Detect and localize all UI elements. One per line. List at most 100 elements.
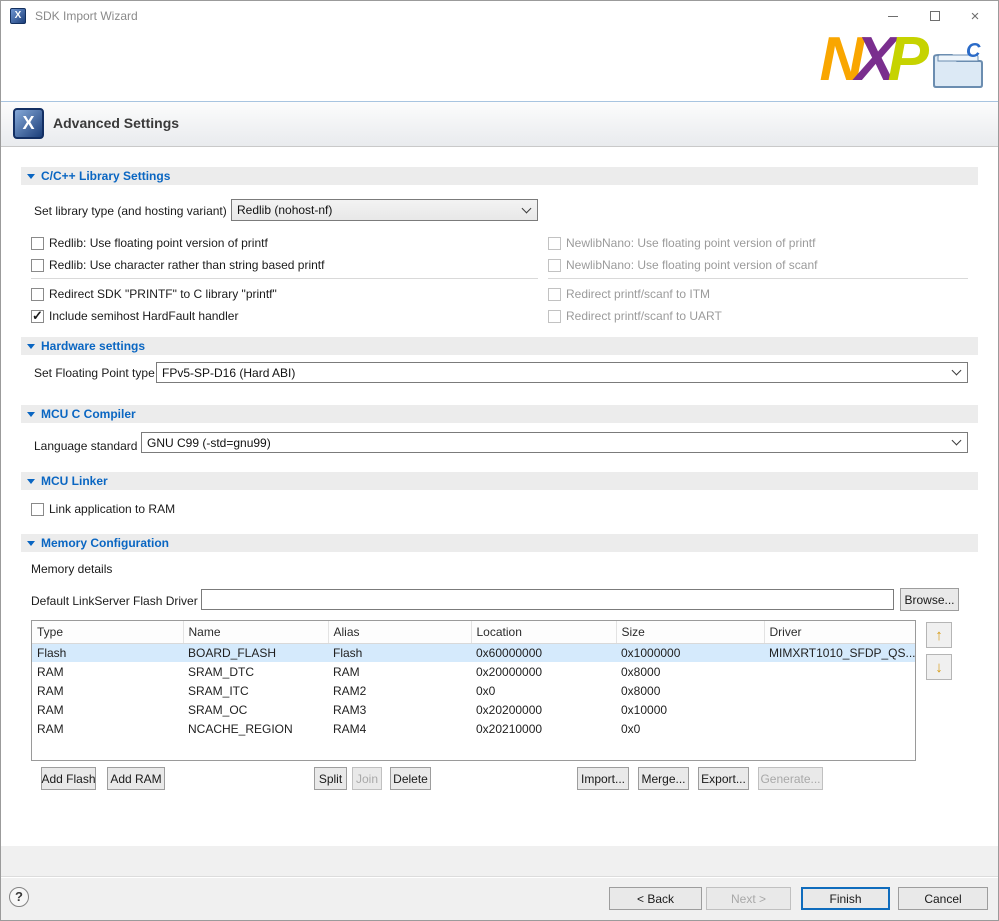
- table-row-sram-oc[interactable]: RAM SRAM_OC RAM3 0x20200000 0x10000: [32, 700, 916, 719]
- back-button[interactable]: < Back: [609, 887, 702, 910]
- generate-button: Generate...: [758, 767, 823, 790]
- collapse-triangle-icon: [27, 344, 35, 349]
- cell: SRAM_OC: [183, 700, 328, 719]
- cell: 0x20000000: [471, 662, 616, 681]
- close-button[interactable]: ×: [958, 1, 992, 31]
- column-header-alias[interactable]: Alias: [328, 621, 471, 643]
- split-button[interactable]: Split: [314, 767, 347, 790]
- chevron-down-icon: [522, 203, 532, 213]
- column-header-driver[interactable]: Driver: [764, 621, 916, 643]
- section-linker-title: MCU Linker: [41, 474, 108, 488]
- checkbox-redirect-itm: Redirect printf/scanf to ITM: [548, 286, 710, 302]
- export-button[interactable]: Export...: [698, 767, 749, 790]
- cell: 0x60000000: [471, 643, 616, 662]
- delete-button[interactable]: Delete: [390, 767, 431, 790]
- section-memory-title: Memory Configuration: [41, 536, 169, 550]
- memory-details-label: Memory details: [31, 561, 112, 577]
- add-ram-button[interactable]: Add RAM: [107, 767, 165, 790]
- table-row-ncache-region[interactable]: RAM NCACHE_REGION RAM4 0x20210000 0x0: [32, 719, 916, 738]
- cell: MIMXRT1010_SFDP_QS...: [764, 643, 916, 662]
- column-header-type[interactable]: Type: [32, 621, 183, 643]
- library-type-label: Set library type (and hosting variant): [34, 203, 227, 219]
- library-type-value: Redlib (nohost-nf): [237, 203, 332, 217]
- cell: RAM3: [328, 700, 471, 719]
- next-button: Next >: [706, 887, 791, 910]
- checkbox-label: Include semihost HardFault handler: [49, 309, 238, 323]
- checkbox-box: [31, 503, 44, 516]
- checkbox-newlibnano-float-printf: NewlibNano: Use floating point version o…: [548, 235, 815, 251]
- column-header-size[interactable]: Size: [616, 621, 764, 643]
- column-header-location[interactable]: Location: [471, 621, 616, 643]
- collapse-triangle-icon: [27, 541, 35, 546]
- nxp-letter-x: X: [855, 25, 887, 94]
- checkbox-redlib-float-printf[interactable]: Redlib: Use floating point version of pr…: [31, 235, 268, 251]
- cell: [764, 681, 916, 700]
- cell: 0x1000000: [616, 643, 764, 662]
- table-header-row: Type Name Alias Location Size Driver: [32, 621, 916, 643]
- language-standard-select[interactable]: GNU C99 (-std=gnu99): [141, 432, 968, 453]
- window-title: SDK Import Wizard: [35, 1, 138, 31]
- move-down-button[interactable]: ↓: [926, 654, 952, 680]
- library-type-select[interactable]: Redlib (nohost-nf): [231, 199, 538, 221]
- checkbox-label: Redlib: Use floating point version of pr…: [49, 236, 268, 250]
- cell: RAM2: [328, 681, 471, 700]
- folder-c-letter: C: [966, 40, 981, 62]
- floating-point-select[interactable]: FPv5-SP-D16 (Hard ABI): [156, 362, 968, 383]
- table-row-sram-itc[interactable]: RAM SRAM_ITC RAM2 0x0 0x8000: [32, 681, 916, 700]
- nxp-letter-p: P: [888, 25, 920, 94]
- section-library-settings[interactable]: C/C++ Library Settings: [21, 167, 978, 185]
- help-button[interactable]: ?: [9, 887, 29, 907]
- checkbox-box: [31, 259, 44, 272]
- cell: SRAM_ITC: [183, 681, 328, 700]
- sdk-import-wizard-window: X SDK Import Wizard × NXP C X Advanced S…: [0, 0, 999, 921]
- checkbox-label: NewlibNano: Use floating point version o…: [566, 258, 817, 272]
- cell: BOARD_FLASH: [183, 643, 328, 662]
- table-row-sram-dtc[interactable]: RAM SRAM_DTC RAM 0x20000000 0x8000: [32, 662, 916, 681]
- cell: RAM: [32, 681, 183, 700]
- nxp-letter-n: N: [820, 25, 856, 94]
- cell: RAM4: [328, 719, 471, 738]
- language-standard-value: GNU C99 (-std=gnu99): [147, 436, 271, 450]
- browse-button[interactable]: Browse...: [900, 588, 959, 611]
- chevron-down-icon: [952, 436, 962, 446]
- import-button[interactable]: Import...: [577, 767, 629, 790]
- merge-button[interactable]: Merge...: [638, 767, 689, 790]
- checkbox-redirect-printf[interactable]: Redirect SDK "PRINTF" to C library "prin…: [31, 286, 277, 302]
- column-header-name[interactable]: Name: [183, 621, 328, 643]
- cell: 0x20210000: [471, 719, 616, 738]
- nxp-logo: NXP: [820, 25, 921, 95]
- checkbox-box: [548, 288, 561, 301]
- checkbox-redlib-char-printf[interactable]: Redlib: Use character rather than string…: [31, 257, 324, 273]
- finish-button[interactable]: Finish: [801, 887, 890, 910]
- maximize-button[interactable]: [918, 1, 952, 31]
- checkbox-newlibnano-float-scanf: NewlibNano: Use floating point version o…: [548, 257, 817, 273]
- cancel-button[interactable]: Cancel: [898, 887, 988, 910]
- section-hardware-settings[interactable]: Hardware settings: [21, 337, 978, 355]
- checkbox-link-to-ram[interactable]: Link application to RAM: [31, 501, 175, 517]
- maximize-icon: [930, 11, 940, 21]
- mcuxpresso-icon-letter: X: [22, 113, 34, 134]
- page-title: Advanced Settings: [53, 115, 179, 131]
- checkbox-semihost-hardfault[interactable]: Include semihost HardFault handler: [31, 308, 238, 324]
- section-compiler-title: MCU C Compiler: [41, 407, 136, 421]
- cell: 0x0: [471, 681, 616, 700]
- chevron-down-icon: [952, 366, 962, 376]
- move-up-button[interactable]: ↑: [926, 622, 952, 648]
- language-standard-label: Language standard: [34, 438, 137, 454]
- checkbox-label: Link application to RAM: [49, 502, 175, 516]
- minimize-icon: [888, 16, 898, 17]
- cell: RAM: [328, 662, 471, 681]
- arrow-up-icon: ↑: [935, 628, 943, 643]
- table-row-board-flash[interactable]: Flash BOARD_FLASH Flash 0x60000000 0x100…: [32, 643, 916, 662]
- banner: X Advanced Settings: [1, 101, 998, 147]
- section-memory-configuration[interactable]: Memory Configuration: [21, 534, 978, 552]
- add-flash-button[interactable]: Add Flash: [41, 767, 96, 790]
- section-mcu-c-compiler[interactable]: MCU C Compiler: [21, 405, 978, 423]
- cell: 0x20200000: [471, 700, 616, 719]
- section-mcu-linker[interactable]: MCU Linker: [21, 472, 978, 490]
- cell: Flash: [32, 643, 183, 662]
- join-button: Join: [352, 767, 382, 790]
- flash-driver-input[interactable]: [201, 589, 894, 610]
- flash-driver-label: Default LinkServer Flash Driver: [31, 593, 198, 609]
- section-library-title: C/C++ Library Settings: [41, 169, 170, 183]
